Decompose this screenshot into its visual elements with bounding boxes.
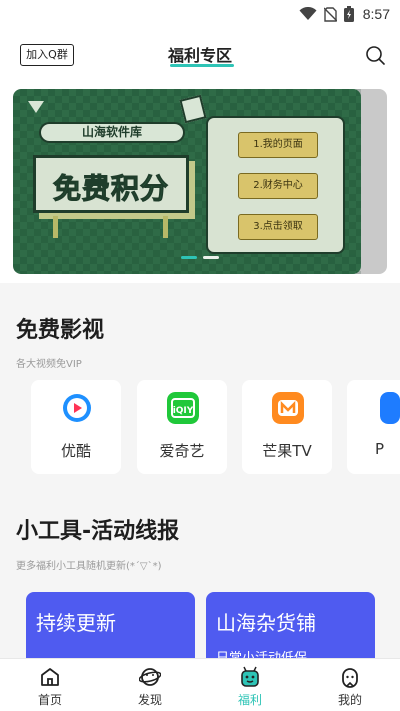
tool-card-title: 山海杂货铺 (216, 611, 316, 635)
video-label: P (375, 440, 385, 458)
no-sim-icon (323, 6, 337, 22)
videos-section-subtitle: 各大视频免VIP (16, 359, 82, 370)
videos-section-title: 免费影视 (16, 318, 105, 343)
video-label: 优酷 (60, 442, 91, 460)
iqiyi-icon: iQIY (167, 392, 199, 424)
page-title: 福利专区 (167, 46, 232, 65)
status-bar: 8:57 (0, 0, 400, 28)
battery-charging-icon (343, 6, 354, 22)
video-label: 爱奇艺 (159, 442, 205, 460)
nav-label: 福利 (237, 693, 262, 707)
mangotv-icon (272, 392, 304, 424)
banner-signboard: 免费积分 (33, 155, 189, 213)
banner-slide: 山海软件库 免费积分 1.我的页面 2.财务中心 3.点击领取 (13, 89, 361, 274)
nav-label: 我的 (337, 693, 362, 707)
svg-text:iQIY: iQIY (173, 406, 194, 416)
header: 加入Q群 福利专区 (0, 34, 400, 76)
banner-step-1: 1.我的页面 (238, 132, 318, 158)
discover-icon (139, 668, 161, 686)
sign-post-left (53, 216, 58, 238)
nav-item-profile[interactable]: 我的 (300, 659, 400, 711)
wifi-icon (299, 7, 317, 20)
banner-indicator (203, 256, 219, 259)
tool-card-title: 持续更新 (36, 611, 116, 635)
youku-icon (63, 394, 91, 422)
sign-post-right (163, 216, 168, 238)
banner-steps-card: 1.我的页面 2.财务中心 3.点击领取 (206, 116, 345, 254)
tools-section-title: 小工具-活动线报 (16, 519, 180, 544)
nav-item-welfare[interactable]: 福利 (200, 659, 300, 711)
profile-icon (342, 668, 358, 688)
nav-item-home[interactable]: 首页 (0, 659, 100, 711)
tools-section-subtitle: 更多福利小工具随机更新(*´▽`*) (16, 561, 162, 572)
status-time: 8:57 (362, 6, 390, 22)
video-card-iqiyi[interactable]: iQIY 爱奇艺 (137, 380, 227, 474)
bottom-nav: 首页 发现 福利 我的 (0, 658, 400, 711)
banner-brand: 山海软件库 (39, 122, 185, 143)
banner-step-3: 3.点击领取 (238, 214, 318, 240)
banner-headline: 免费积分 (52, 172, 169, 206)
video-card-youku[interactable]: 优酷 (31, 380, 121, 474)
nav-label: 首页 (37, 693, 62, 707)
nav-label: 发现 (137, 693, 162, 707)
nav-item-discover[interactable]: 发现 (100, 659, 200, 711)
promo-banner[interactable]: 山海软件库 免费积分 1.我的页面 2.财务中心 3.点击领取 (13, 89, 387, 274)
pptv-icon (380, 392, 400, 424)
title-underline (170, 64, 234, 67)
banner-step-2: 2.财务中心 (238, 173, 318, 199)
video-card-mangotv[interactable]: 芒果TV (242, 380, 332, 474)
search-icon[interactable] (364, 44, 386, 66)
home-icon (41, 668, 59, 686)
video-card-pptv[interactable]: P (347, 380, 400, 474)
triangle-decoration (28, 101, 44, 113)
welfare-icon (241, 666, 259, 687)
video-label: 芒果TV (262, 442, 312, 460)
banner-indicator-active (181, 256, 197, 259)
